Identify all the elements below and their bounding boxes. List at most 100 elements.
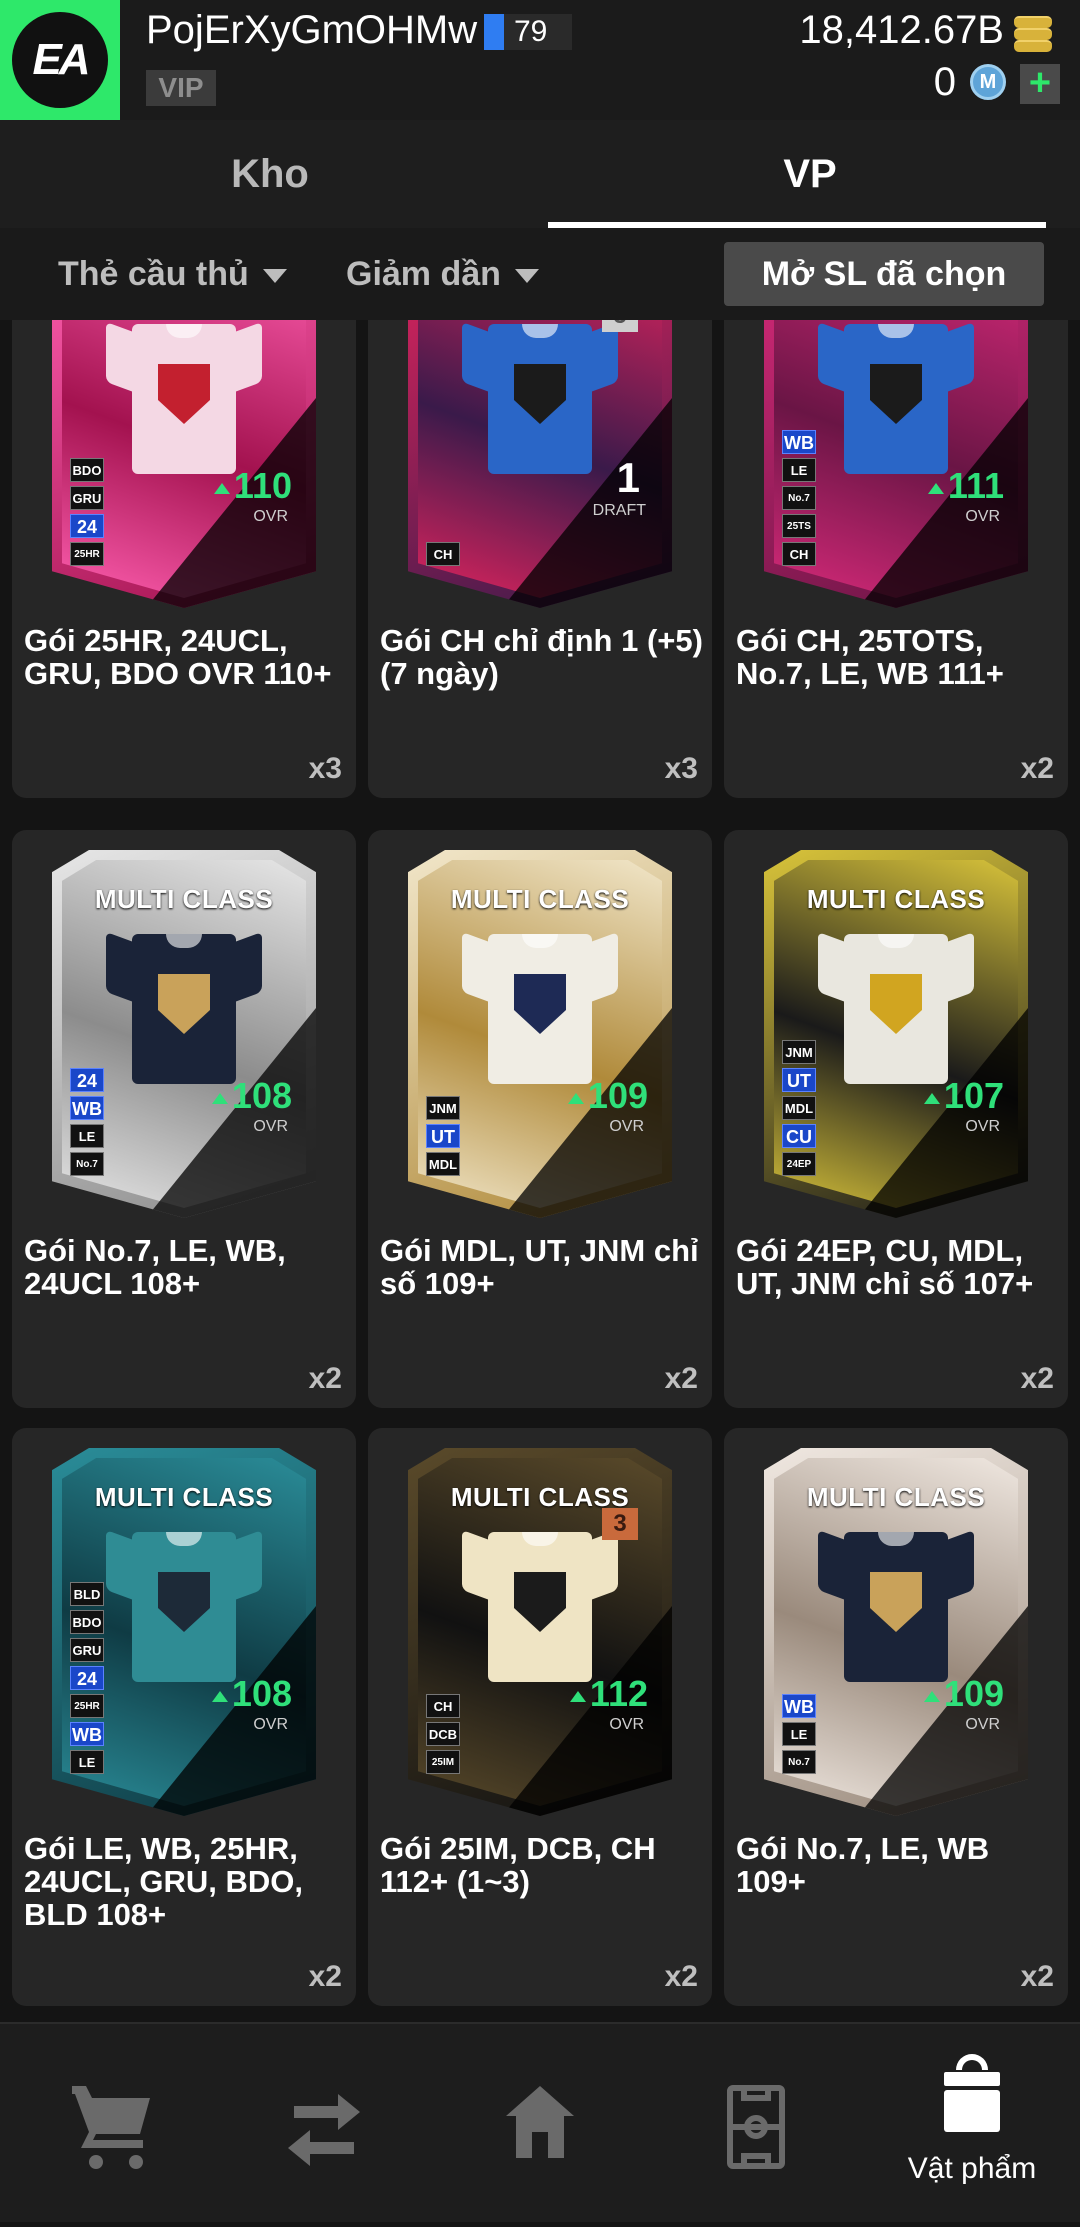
- ovr-value: 108: [211, 1076, 292, 1116]
- item-card[interactable]: MULTI CLASS 24 WB LE No.7 108 OVR Gói No.7, LE,…: [12, 830, 356, 1408]
- nav-home[interactable]: [432, 2024, 648, 2222]
- level-progress: [484, 14, 504, 50]
- class-badge: GRU: [70, 486, 104, 510]
- item-name: Gói No.7, LE, WB, 24UCL 108+: [24, 1233, 286, 1301]
- class-badge: UT: [426, 1124, 460, 1148]
- mc-coin-icon: M: [970, 64, 1006, 100]
- ea-logo[interactable]: EA: [0, 0, 120, 120]
- ovr-label: OVR: [609, 1716, 644, 1733]
- item-quantity: x3: [664, 752, 698, 785]
- cart-icon: [72, 2086, 150, 2169]
- pack-card-art: MULTI CLASS JNM UT MDL 109 OVR: [408, 850, 672, 1218]
- sort-dropdown[interactable]: Giảm dần: [346, 228, 539, 320]
- class-badge: No.7: [70, 1152, 104, 1176]
- up-arrow-icon: [211, 1092, 228, 1104]
- tab-vp[interactable]: VP: [540, 120, 1080, 228]
- item-card[interactable]: MULTI CLASS 3 CH DCB 25IM 112 OVR Gói 25IM, DCB…: [368, 1428, 712, 2006]
- class-badge: LE: [782, 458, 816, 482]
- class-badge: JNM: [426, 1096, 460, 1120]
- jersey-icon: [818, 931, 974, 1084]
- home-icon: [506, 2086, 574, 2158]
- up-arrow-icon: [211, 1690, 228, 1702]
- class-badge: 25HR: [70, 542, 104, 566]
- class-badge: BDO: [70, 458, 104, 482]
- open-selected-button[interactable]: Mở SL đã chọn: [724, 242, 1044, 306]
- class-badge: BDO: [70, 1610, 104, 1634]
- pack-card-art: MULTI CLASS 3 CH DCB 25IM 112 OVR: [408, 1448, 672, 1816]
- class-badge: DCB: [426, 1722, 460, 1746]
- item-card[interactable]: MULTI CLASS WB LE No.7 109 OVR Gói No.7, LE, W…: [724, 1428, 1068, 2006]
- card-frame: MULTI CLASS 3 CH DCB 25IM 112 OVR: [408, 1448, 672, 1816]
- item-name: Gói CH, 25TOTS, No.7, LE, WB 111+: [736, 623, 1004, 691]
- class-badge: LE: [782, 1722, 816, 1746]
- class-badge: 25HR: [70, 1694, 104, 1718]
- class-badge: BLD: [70, 1582, 104, 1606]
- item-card[interactable]: MULTI CLASSWBLENo.725TSCH111OVRGói CH, 2…: [724, 320, 1068, 798]
- item-card[interactable]: MULTI CLASSBDOGRU2425HR110OVRGói 25HR, 2…: [12, 320, 356, 798]
- card-title: MULTI CLASS: [806, 1482, 986, 1512]
- class-badges: 24 WB LE No.7: [70, 1068, 106, 1180]
- vip-badge[interactable]: VIP: [146, 70, 216, 106]
- tab-kho[interactable]: Kho: [0, 120, 540, 228]
- number-tag: 5: [602, 320, 638, 332]
- class-badge: MDL: [426, 1152, 460, 1176]
- nav-items-label: Vật phẩm: [907, 2152, 1037, 2185]
- jersey-icon: [462, 321, 618, 474]
- nav-items[interactable]: Vật phẩm: [864, 2024, 1080, 2222]
- sort-label: Giảm dần: [346, 255, 501, 293]
- class-badge: 24: [70, 1068, 104, 1092]
- class-badge: JNM: [782, 1040, 816, 1064]
- jersey-icon: [106, 321, 262, 474]
- number-tag: 3: [602, 1508, 638, 1540]
- jersey-icon: [106, 931, 262, 1084]
- item-name: Gói 24EP, CU, MDL, UT, JNM chỉ số 107+: [736, 1233, 1034, 1301]
- card-frame: MULTI CLASS JNM UT MDL CU 24EP 107 OVR: [764, 850, 1028, 1218]
- item-quantity: x2: [664, 1960, 698, 1993]
- class-badge: 24EP: [782, 1152, 816, 1176]
- ovr-label: OVR: [965, 1716, 1000, 1733]
- pack-card-art: MULTI CLASS 24 WB LE No.7 108 OVR: [52, 850, 316, 1218]
- card-frame: MULTI CLASS BLD BDO GRU 24 25HR WB LE 108 OVR: [52, 1448, 316, 1816]
- jersey-icon: [818, 1529, 974, 1682]
- nav-shop[interactable]: [0, 2024, 216, 2222]
- ovr-value: 110: [213, 466, 292, 506]
- bottom-nav: Vật phẩm: [0, 2022, 1080, 2222]
- tab-bar: Kho VP: [0, 120, 1080, 228]
- class-badges: WB LE No.7 25TS CH: [782, 430, 818, 570]
- class-badges: WB LE No.7: [782, 1694, 818, 1778]
- nav-transfer[interactable]: [216, 2024, 432, 2222]
- class-badges: JNM UT MDL: [426, 1096, 462, 1180]
- ovr-label: OVR: [965, 1118, 1000, 1135]
- item-name: Gói CH chỉ định 1 (+5) (7 ngày): [380, 623, 703, 691]
- add-mc-button[interactable]: +: [1020, 64, 1060, 104]
- card-frame: MULTI CLASSWBLENo.725TSCH111OVR: [764, 320, 1028, 608]
- item-card[interactable]: MULTI CLASS BLD BDO GRU 24 25HR WB LE 108 OVR Gói …: [12, 1428, 356, 2006]
- card-frame: MULTI CLASS JNM UT MDL 109 OVR: [408, 850, 672, 1218]
- class-badge: WB: [782, 1694, 816, 1718]
- class-badge: No.7: [782, 486, 816, 510]
- card-title: MULTI CLASS: [450, 884, 630, 914]
- card-title: MULTI CLASS: [94, 884, 274, 914]
- coin-stack-icon: [1014, 16, 1052, 52]
- pack-card-art: MULTI CLASS WB LE No.7 109 OVR: [764, 1448, 1028, 1816]
- nav-squad[interactable]: [648, 2024, 864, 2222]
- item-name: Gói LE, WB, 25HR, 24UCL, GRU, BDO, BLD 1…: [24, 1831, 304, 1932]
- pack-card-art: MULTI CLASS BLD BDO GRU 24 25HR WB LE 108 OVR: [52, 1448, 316, 1816]
- class-badge: LE: [70, 1124, 104, 1148]
- item-card[interactable]: CH5CH1DRAFTGói CH chỉ định 1 (+5) (7 ngà…: [368, 320, 712, 798]
- jersey-icon: [106, 1529, 262, 1682]
- item-card[interactable]: MULTI CLASS JNM UT MDL 109 OVR Gói MDL, UT, JN…: [368, 830, 712, 1408]
- class-badge: WB: [782, 430, 816, 454]
- card-title: MULTI CLASS: [94, 1482, 274, 1512]
- item-quantity: x2: [1020, 1960, 1054, 1993]
- class-badge: MDL: [782, 1096, 816, 1120]
- ovr-value: 111: [927, 466, 1004, 506]
- item-card[interactable]: MULTI CLASS JNM UT MDL CU 24EP 107 OVR Gói 24EP,…: [724, 830, 1068, 1408]
- type-filter-label: Thẻ cầu thủ: [58, 255, 249, 293]
- card-frame: MULTI CLASS 24 WB LE No.7 108 OVR: [52, 850, 316, 1218]
- ovr-label: OVR: [253, 1716, 288, 1733]
- username: PojErXyGmOHMw: [146, 8, 478, 52]
- up-arrow-icon: [213, 482, 230, 494]
- jersey-icon: [818, 321, 974, 474]
- type-filter-dropdown[interactable]: Thẻ cầu thủ: [58, 228, 287, 320]
